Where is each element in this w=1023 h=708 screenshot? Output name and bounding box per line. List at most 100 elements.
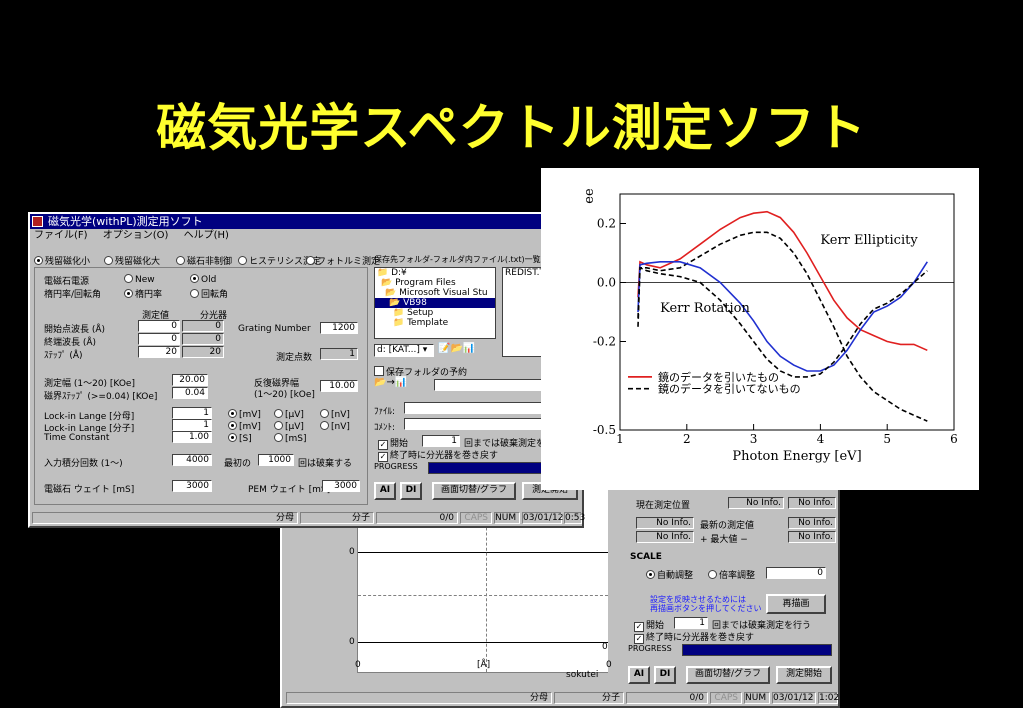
drive-select[interactable]: d: [KAT...] ▾ xyxy=(374,344,434,357)
menu-help[interactable]: ヘルプ(H) xyxy=(184,230,229,241)
wait-field[interactable]: 3000 xyxy=(172,480,212,492)
ai-button[interactable]: AI xyxy=(374,482,396,500)
y-tick-label: -0.2 xyxy=(593,335,616,349)
return-check[interactable]: ✓ 終了時に分光器を巻き戻す xyxy=(378,448,498,462)
back-status-denominator: 分母 xyxy=(286,692,552,704)
back-status-num: NUM xyxy=(744,692,770,704)
first-field[interactable]: 1000 xyxy=(258,454,294,466)
back-switch-button[interactable]: 画面切替/グラフ xyxy=(686,666,770,684)
menu-file[interactable]: ファイル(F) xyxy=(34,230,88,241)
annotation-kerr-rotation: Kerr Rotation xyxy=(660,301,750,316)
back-statusbar: 分母 分子 0/0 CAPS NUM 03/01/12 1:02 xyxy=(282,691,840,706)
hline-3 xyxy=(358,642,608,643)
y-tick-label: 0.2 xyxy=(597,217,616,231)
magnet-old-radio[interactable]: Old xyxy=(190,274,216,285)
begin-field[interactable]: 1 xyxy=(422,435,460,447)
reverse-field[interactable]: 10.00 xyxy=(320,380,358,392)
mode-radio-5[interactable]: フォトルミ測定 xyxy=(306,254,380,267)
menubar: ファイル(F) オプション(O) ヘルプ(H) xyxy=(30,229,582,242)
reserve-icons[interactable]: 📂→📊 xyxy=(374,377,407,388)
annotation-kerr-ellipticity: Kerr Ellipticity xyxy=(820,233,918,248)
main-titlebar[interactable]: 磁気光学(withPL)測定用ソフト × xyxy=(30,214,582,229)
wait-label: 電磁石 ウェイト [mS] xyxy=(44,485,135,495)
status-denominator: 分母 xyxy=(32,512,298,524)
di-button[interactable]: DI xyxy=(400,482,422,500)
switch-graph-button[interactable]: 画面切替/グラフ xyxy=(432,482,516,500)
lockin1-nv[interactable]: [nV] xyxy=(320,409,350,420)
status-caps: CAPS xyxy=(460,512,492,524)
pem-field[interactable]: 3000 xyxy=(322,480,360,492)
back-ai-button[interactable]: AI xyxy=(628,666,650,684)
ellip-label: 楕円率/回転角 xyxy=(44,290,102,300)
mode-radio-3[interactable]: 磁石非制御 xyxy=(176,254,232,267)
x-tick-label: 5 xyxy=(883,432,891,446)
back-begin-field[interactable]: 1 xyxy=(674,617,708,629)
grating-field[interactable]: 1200 xyxy=(320,322,358,334)
back-di-button[interactable]: DI xyxy=(654,666,676,684)
step-label: ｽﾃｯﾌﾟ (Å) xyxy=(44,351,83,361)
start-wl-spectro: 0 xyxy=(182,320,224,332)
back-progress-bar xyxy=(682,644,832,656)
ratio-scale-radio[interactable]: 倍率調整 xyxy=(708,568,755,581)
tc-s[interactable]: [S] xyxy=(228,433,252,444)
back-return-check[interactable]: ✓ 終了時に分光器を巻き戻す xyxy=(634,630,754,644)
folder-tree[interactable]: 📁 D:¥ 📂 Program Files 📂 Microsoft Visual… xyxy=(374,267,496,339)
tree-item-vb98[interactable]: 📂 VB98 xyxy=(375,298,495,308)
back-start-button[interactable]: 測定開始 xyxy=(776,666,832,684)
tc-field[interactable]: 1.00 xyxy=(172,431,212,443)
tree-item-program-files[interactable]: 📂 Program Files xyxy=(375,278,495,288)
series-rotation_subtracted xyxy=(637,261,928,372)
field-step-field[interactable]: 0.04 xyxy=(172,387,208,399)
magnet-new-radio[interactable]: New xyxy=(124,274,155,285)
step-field[interactable]: 20 xyxy=(138,346,180,358)
right-zero: 0 xyxy=(602,642,608,652)
x-tick-label: 1 xyxy=(616,432,624,446)
integ-field[interactable]: 4000 xyxy=(172,454,212,466)
back-progress-label: PROGRESS xyxy=(628,644,672,653)
slide-title: 磁気光学スペクトル測定ソフト xyxy=(156,99,867,157)
tree-item-msvs[interactable]: 📂 Microsoft Visual Stu xyxy=(375,288,495,298)
menu-option[interactable]: オプション(O) xyxy=(103,230,169,241)
legend-label-raw: 鏡のデータを引いてないもの xyxy=(658,382,801,396)
first-label: 最初の xyxy=(224,459,252,469)
file-field[interactable] xyxy=(404,402,548,414)
lockin2-nv[interactable]: [nV] xyxy=(320,421,350,432)
back-status-time: 1:02 xyxy=(818,692,840,704)
mode-radio-1[interactable]: 残留磁化小 xyxy=(34,254,90,267)
back-status-date: 03/01/12 xyxy=(772,692,816,704)
points-field: 1 xyxy=(320,348,358,360)
max-value: No Info. xyxy=(788,531,836,543)
drive-tool-icons[interactable]: 📝📂📊 xyxy=(438,343,475,354)
end-wl-field[interactable]: 0 xyxy=(138,333,180,345)
start-wl-field[interactable]: 0 xyxy=(138,320,180,332)
tree-item-template[interactable]: 📁 Template xyxy=(375,318,495,328)
rot-radio[interactable]: 回転角 xyxy=(190,287,228,300)
latest-field: No Info. xyxy=(636,517,694,529)
kerr-chart: 0.2 0.0 -0.2 -0.5 1 2 3 4 5 6 Photon Energy [eV] ee… xyxy=(541,168,979,490)
tree-item-setup[interactable]: 📁 Setup xyxy=(375,308,495,318)
pem-label: PEM ウェイト [mS] xyxy=(248,485,331,495)
auto-scale-radio[interactable]: 自動調整 xyxy=(646,568,693,581)
lockin2-uv[interactable]: [μV] xyxy=(274,421,304,432)
lockin2-mv[interactable]: [mV] xyxy=(228,421,261,432)
ratio-field[interactable]: 0 xyxy=(766,567,826,579)
x-tick-label: 2 xyxy=(683,432,691,446)
ellip-radio[interactable]: 楕円率 xyxy=(124,287,162,300)
lockin2-field[interactable]: 1 xyxy=(172,419,212,431)
tree-item-d[interactable]: 📁 D:¥ xyxy=(375,268,495,278)
y-tick-label: 0.0 xyxy=(597,276,616,290)
sokutei-label: sokutei xyxy=(566,670,599,680)
lockin1-field[interactable]: 1 xyxy=(172,407,212,419)
statusbar: 分母 分子 0/0 CAPS NUM 03/01/12 0:53 xyxy=(30,511,585,526)
comment-label: ｺﾒﾝﾄ: xyxy=(374,423,396,433)
app-icon xyxy=(32,216,43,227)
lockin1-uv[interactable]: [μV] xyxy=(274,409,304,420)
mode-radio-2[interactable]: 残留磁化大 xyxy=(104,254,160,267)
progress-label: PROGRESS xyxy=(374,462,418,471)
hint-line-2: 再描画ボタンを押してください xyxy=(650,604,762,613)
lockin1-mv[interactable]: [mV] xyxy=(228,409,261,420)
tc-ms[interactable]: [mS] xyxy=(274,433,307,444)
field-step-label: 磁界ｽﾃｯﾌﾟ (>=0.04) [KOe] xyxy=(44,392,158,402)
width-field[interactable]: 20.00 xyxy=(172,374,208,386)
redraw-button[interactable]: 再描画 xyxy=(766,594,826,614)
